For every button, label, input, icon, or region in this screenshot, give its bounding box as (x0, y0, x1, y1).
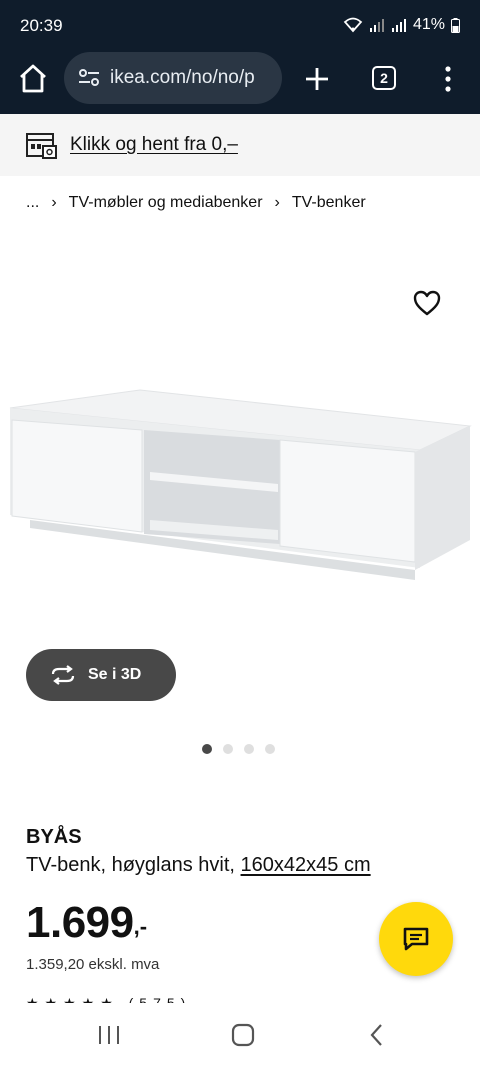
heart-icon[interactable] (412, 288, 442, 318)
battery-icon (451, 17, 460, 33)
gallery-dot[interactable] (223, 744, 233, 754)
plus-icon[interactable] (300, 62, 334, 96)
gallery-dot[interactable] (244, 744, 254, 754)
battery-percent: 41% (412, 16, 445, 33)
recent-apps-icon[interactable] (96, 1023, 122, 1047)
url-text[interactable]: ikea.com/no/no/p (110, 67, 255, 89)
system-nav-bar (0, 1003, 480, 1067)
view-3d-button[interactable]: Se i 3D (26, 649, 176, 701)
tab-switcher-button[interactable]: 2 (372, 66, 396, 90)
wifi-icon (343, 17, 363, 33)
status-time: 20:39 (20, 16, 63, 35)
pickup-link[interactable]: Klikk og hent fra 0,– (70, 134, 238, 156)
home-nav-icon[interactable] (230, 1021, 256, 1049)
price-suffix: ,- (133, 914, 148, 939)
back-icon[interactable] (366, 1021, 388, 1049)
rating-stars[interactable]: ★★★★★ (575) (26, 995, 191, 1003)
gallery-dot[interactable] (265, 744, 275, 754)
product-price: 1.699 ,- (26, 898, 147, 948)
signal-icon (369, 19, 384, 32)
price-excl-vat: 1.359,20 ekskl. mva (26, 956, 160, 973)
breadcrumb-item-tv-benker[interactable]: TV-benker (292, 194, 366, 212)
chevron-right-icon: › (274, 194, 280, 211)
breadcrumb-item-tv-mobler[interactable]: TV-møbler og mediabenker (69, 194, 263, 212)
chevron-right-icon: › (51, 194, 57, 211)
store-pickup-icon (26, 133, 57, 159)
product-measure-link[interactable]: 160x42x45 cm (241, 854, 371, 876)
url-bar[interactable]: ikea.com/no/no/p (64, 52, 282, 104)
chat-button[interactable] (379, 902, 453, 976)
rotate-3d-icon (51, 665, 75, 685)
tab-count: 2 (380, 70, 388, 86)
status-icons: 41% (343, 16, 460, 34)
product-type: TV-benk, høyglans hvit, (26, 854, 235, 876)
product-gallery[interactable]: Se i 3D (0, 230, 480, 760)
breadcrumb: ... › TV-møbler og mediabenker › TV-benk… (26, 194, 366, 212)
browser-toolbar: ikea.com/no/no/p 2 (0, 52, 480, 114)
signal-r-icon (391, 19, 406, 32)
price-main: 1.699 (26, 898, 134, 947)
breadcrumb-ellipsis[interactable]: ... (26, 194, 39, 212)
home-icon[interactable] (16, 62, 50, 96)
pickup-banner[interactable]: Klikk og hent fra 0,– (0, 114, 480, 176)
chat-icon (403, 927, 429, 951)
product-name: BYÅS (26, 826, 82, 848)
product-image (9, 389, 472, 580)
product-description: TV-benk, høyglans hvit, 160x42x45 cm (26, 854, 371, 877)
gallery-dots (202, 744, 275, 754)
status-bar: 20:39 41% (0, 0, 480, 52)
view-3d-label: Se i 3D (88, 666, 142, 683)
gallery-dot[interactable] (202, 744, 212, 754)
site-settings-icon[interactable] (78, 68, 100, 88)
more-icon[interactable] (436, 62, 460, 96)
